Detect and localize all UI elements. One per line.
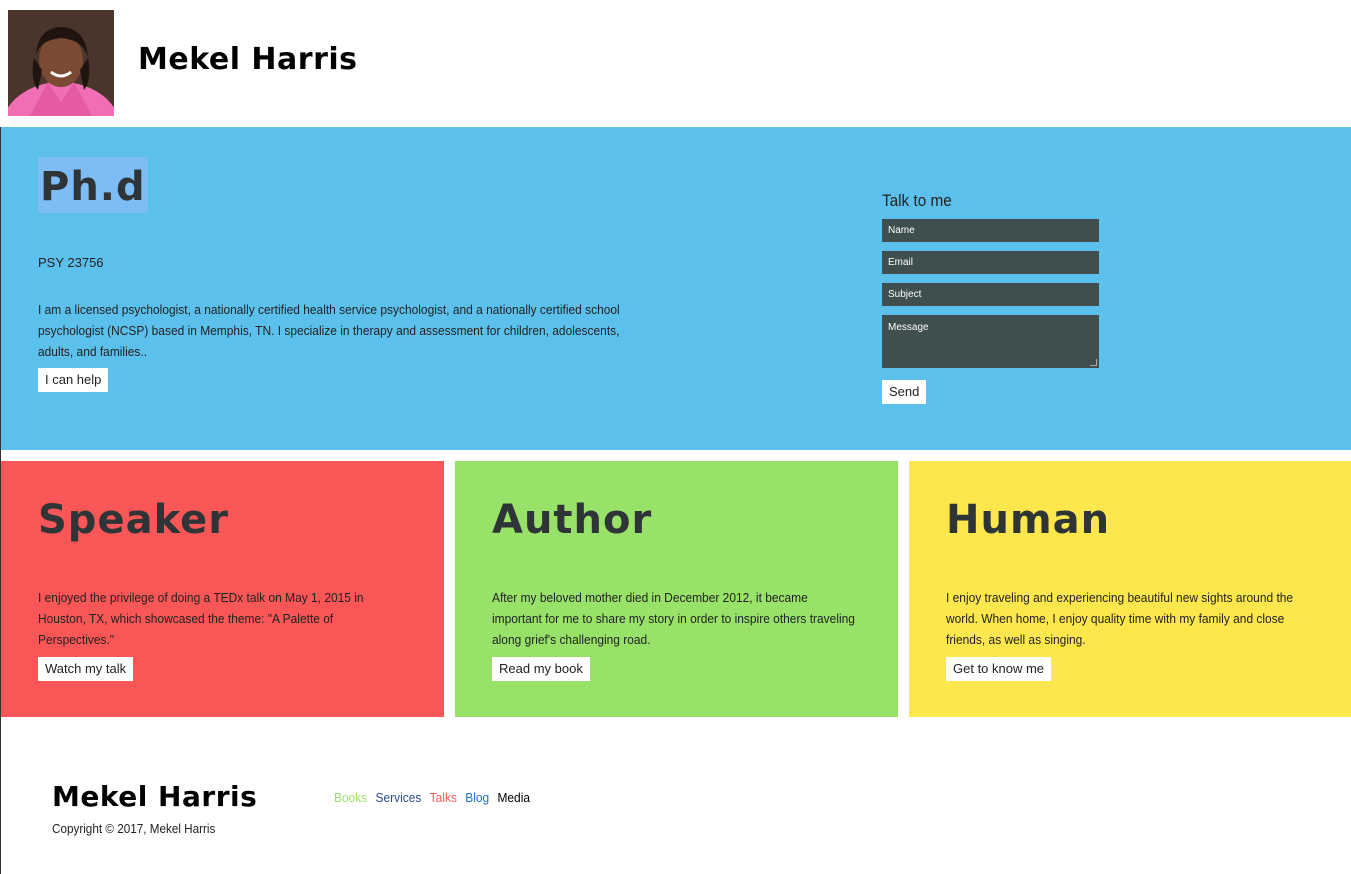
message-placeholder: Message	[888, 322, 929, 333]
speaker-card: Speaker I enjoyed the privilege of doing…	[1, 461, 444, 717]
footer-nav: Books Services Talks Blog Media	[334, 790, 530, 805]
license-number: PSY 23756	[38, 255, 104, 270]
footer-link-media[interactable]: Media	[497, 790, 530, 805]
footer-link-books[interactable]: Books	[334, 790, 367, 805]
footer-name: Mekel Harris	[52, 780, 258, 813]
card-text: I enjoyed the privilege of doing a TEDx …	[38, 590, 364, 647]
contact-form: Talk to me Name Email Subject Message Se…	[882, 191, 1100, 404]
email-field[interactable]: Email	[882, 251, 1099, 274]
name-field[interactable]: Name	[882, 219, 1099, 242]
get-to-know-me-button[interactable]: Get to know me	[946, 657, 1052, 681]
message-field[interactable]: Message	[882, 315, 1099, 368]
contact-title: Talk to me	[882, 191, 952, 210]
site-header: Mekel Harris	[0, 0, 1351, 127]
i-can-help-button[interactable]: I can help	[38, 368, 109, 392]
card-title: Human	[946, 497, 1111, 543]
subject-field[interactable]: Subject	[882, 283, 1099, 306]
site-title: Mekel Harris	[138, 42, 358, 77]
hero-section: Ph.d PSY 23756 I am a licensed psycholog…	[1, 127, 1351, 450]
card-text: After my beloved mother died in December…	[492, 590, 855, 647]
hero-title: Ph.d	[38, 157, 148, 213]
send-button[interactable]: Send	[882, 380, 927, 404]
resize-handle-icon[interactable]	[1090, 359, 1097, 366]
footer-link-blog[interactable]: Blog	[465, 790, 489, 805]
card-title: Speaker	[38, 497, 229, 543]
card-title: Author	[492, 497, 653, 543]
footer-link-services[interactable]: Services	[376, 790, 422, 805]
human-card: Human I enjoy traveling and experiencing…	[909, 461, 1351, 717]
bio-text: I am a licensed psychologist, a national…	[38, 302, 620, 359]
watch-my-talk-button[interactable]: Watch my talk	[38, 657, 134, 681]
author-card: Author After my beloved mother died in D…	[455, 461, 898, 717]
footer-link-talks[interactable]: Talks	[430, 790, 457, 805]
card-text: I enjoy traveling and experiencing beaut…	[946, 590, 1294, 647]
copyright: Copyright © 2017, Mekel Harris	[52, 821, 216, 836]
portrait-photo	[8, 10, 114, 116]
avatar	[8, 10, 114, 116]
read-my-book-button[interactable]: Read my book	[492, 657, 590, 681]
